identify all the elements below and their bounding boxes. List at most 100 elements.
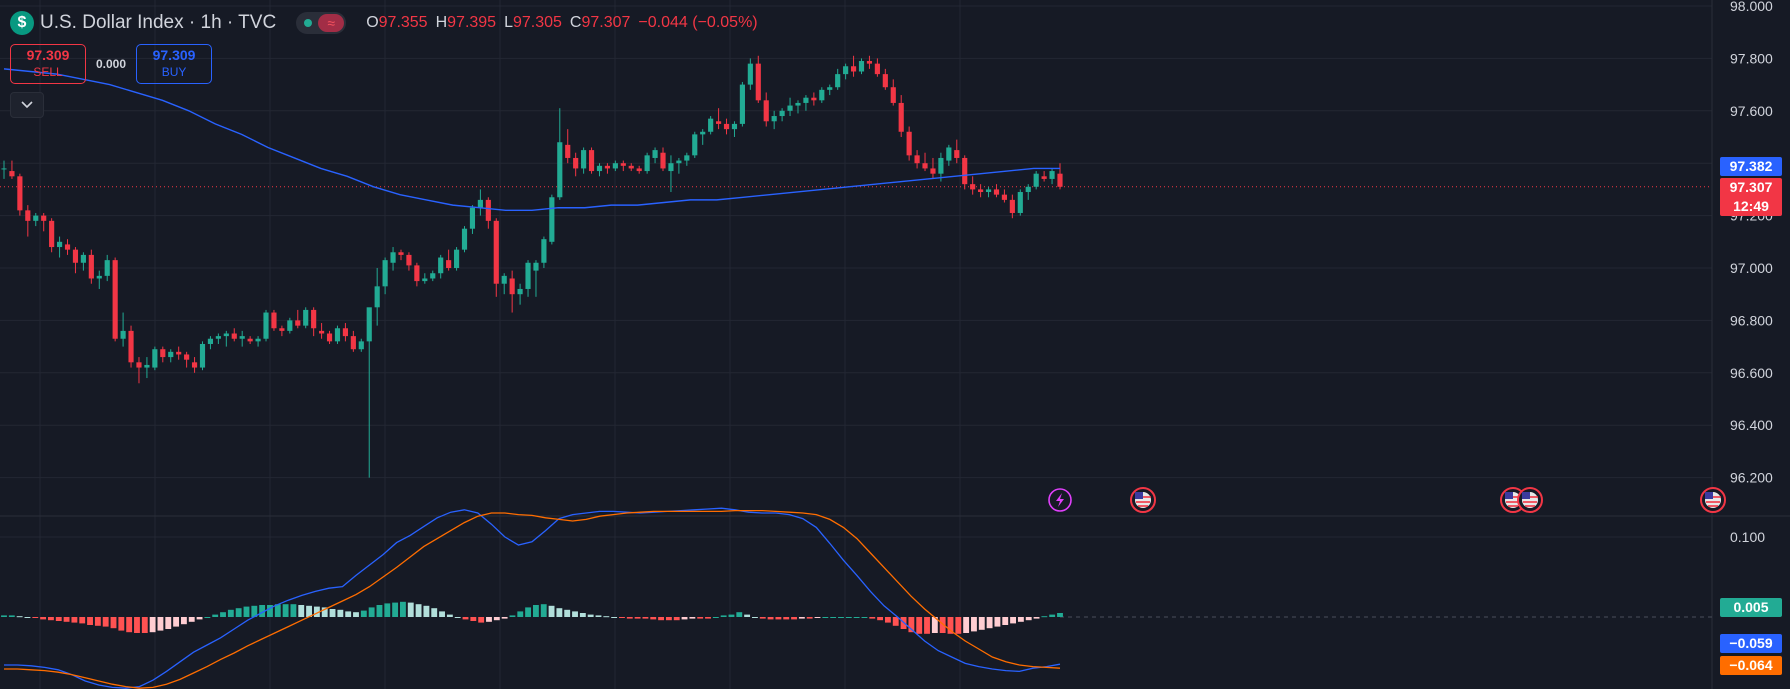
macd-histogram-bar xyxy=(924,617,930,634)
candle-body xyxy=(279,328,285,331)
candle-body xyxy=(223,333,229,337)
bar-countdown: 12:49 xyxy=(1733,198,1769,214)
candle-body xyxy=(215,336,221,339)
candle-body xyxy=(819,89,825,101)
ohlc-close: C97.307 xyxy=(569,14,631,31)
candle-body xyxy=(1009,199,1015,213)
candle-body xyxy=(485,199,491,221)
macd-histogram-bar xyxy=(869,617,876,619)
macd-histogram-bar xyxy=(486,617,492,622)
macd-histogram-bar xyxy=(783,617,790,620)
candle-body xyxy=(247,338,253,342)
macd-histogram-bar xyxy=(509,615,516,617)
ohlc-high: H97.395 xyxy=(435,14,497,31)
macd-histogram-bar xyxy=(806,617,813,619)
macd-histogram-bar xyxy=(353,612,359,617)
macd-histogram-bar xyxy=(204,617,211,618)
us-flag-canton xyxy=(1522,492,1530,499)
sell-price: 97.309 xyxy=(26,47,70,63)
candle-body xyxy=(708,118,714,132)
candle-body xyxy=(382,260,388,287)
sell-button[interactable]: 97.309 SELL xyxy=(10,44,86,84)
candle-body xyxy=(858,61,865,72)
price-tick-label: 98.000 xyxy=(1730,0,1773,14)
macd-histogram-bar xyxy=(1002,617,1009,625)
candle-body xyxy=(747,63,753,85)
macd-histogram-bar xyxy=(24,617,31,618)
macd-histogram-bar xyxy=(180,617,187,625)
macd-histogram-bar xyxy=(87,617,93,625)
macd-histogram-bar xyxy=(173,617,180,627)
candle-body xyxy=(938,157,944,174)
macd-histogram-bar xyxy=(767,617,774,620)
macd-histogram-bar xyxy=(658,617,664,621)
signal-tag: −0.064 xyxy=(1720,656,1782,675)
buy-price: 97.309 xyxy=(152,47,196,63)
macd-histogram-bar xyxy=(595,615,602,617)
candle-body xyxy=(898,102,904,132)
ma-price-value: 97.382 xyxy=(1729,158,1773,174)
macd-histogram-bar xyxy=(1010,617,1016,624)
candle-body xyxy=(676,160,682,164)
candle-body xyxy=(303,309,309,326)
candle-body xyxy=(739,84,745,124)
macd-histogram-bar xyxy=(220,612,226,617)
candle-body xyxy=(660,152,666,169)
moving-average-line xyxy=(3,68,1060,212)
candle-body xyxy=(342,328,348,337)
macd-histogram-bar xyxy=(736,612,743,617)
candle-body xyxy=(207,338,214,344)
candle-body xyxy=(914,155,920,164)
approx-wave-icon: ≈ xyxy=(318,14,345,32)
collapse-legend-button[interactable] xyxy=(10,92,44,118)
candle-body xyxy=(978,189,984,193)
symbol-legend[interactable]: $ U.S. Dollar Index · 1h · TVC ≈ O97.355… xyxy=(10,10,758,36)
candle-body xyxy=(49,220,55,248)
candle-body xyxy=(811,97,817,101)
macd-histogram-bar xyxy=(720,615,727,617)
compare-toggle[interactable]: ≈ xyxy=(296,12,347,34)
candle-body xyxy=(9,171,15,177)
macd-histogram-bar xyxy=(689,617,696,619)
us-flag-canton xyxy=(1505,492,1513,499)
macd-histogram-bar xyxy=(102,617,109,627)
candle-body xyxy=(152,349,158,368)
candle-body xyxy=(636,168,642,172)
macd-histogram-bar xyxy=(71,617,78,623)
candle-body xyxy=(231,333,237,339)
signal-value: −0.064 xyxy=(1729,657,1773,673)
us-flag-canton xyxy=(1135,492,1143,499)
macd-histogram-bar xyxy=(744,614,751,617)
candle-body xyxy=(906,131,912,156)
macd-histogram-bar xyxy=(243,606,250,617)
macd-histogram-bar xyxy=(227,609,234,617)
macd-histogram-bar xyxy=(446,614,453,617)
candle-body xyxy=(596,165,603,172)
price-tick-label: 96.600 xyxy=(1730,365,1773,381)
candle-body xyxy=(112,260,118,339)
candle-body xyxy=(533,262,539,271)
candle-body xyxy=(1041,176,1047,179)
candle-body xyxy=(731,123,738,130)
candle-body xyxy=(827,87,833,90)
price-tick-label: 97.600 xyxy=(1730,103,1773,119)
candle-body xyxy=(25,210,31,221)
chart-canvas[interactable]: 98.00097.80097.60097.40097.20097.00096.8… xyxy=(0,0,1790,689)
candle-body xyxy=(33,215,39,221)
candle-body xyxy=(136,362,142,368)
macd-histogram-bar xyxy=(877,617,884,621)
macd-histogram-bar xyxy=(861,617,868,618)
macd-histogram-bar xyxy=(705,617,711,619)
macd-histogram-bar xyxy=(532,605,539,617)
macd-histogram-bar xyxy=(149,617,156,633)
buy-button[interactable]: 97.309 BUY xyxy=(136,44,213,84)
macd-histogram-bar xyxy=(501,617,508,619)
candle-body xyxy=(946,147,952,161)
candle-body xyxy=(866,61,873,64)
macd-histogram-bar xyxy=(384,603,391,617)
trade-panel: 97.309 SELL 0.000 97.309 BUY xyxy=(10,44,213,84)
macd-histogram-bar xyxy=(1025,617,1032,621)
macd-histogram-bar xyxy=(611,617,618,618)
macd-histogram-bar xyxy=(665,617,672,621)
symbol-title[interactable]: U.S. Dollar Index · 1h · TVC xyxy=(40,12,276,34)
